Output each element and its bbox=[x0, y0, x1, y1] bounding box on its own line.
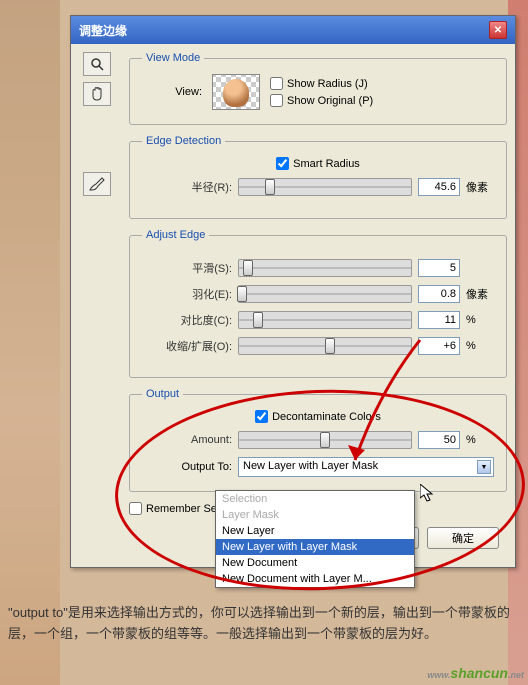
refine-edge-dialog: 调整边缘 ✕ View Mode View: Show Radius (J) bbox=[70, 15, 516, 568]
watermark: www.shancun.net bbox=[427, 665, 524, 681]
smart-radius-checkbox[interactable]: Smart Radius bbox=[276, 157, 360, 170]
smooth-slider[interactable] bbox=[238, 259, 412, 277]
hand-tool-icon[interactable] bbox=[83, 82, 111, 106]
contrast-label: 对比度(C): bbox=[142, 312, 232, 328]
dropdown-option-newlayer-mask[interactable]: New Layer with Layer Mask bbox=[216, 539, 414, 555]
decontaminate-checkbox[interactable]: Decontaminate Colors bbox=[255, 410, 381, 423]
dropdown-option-newlayer[interactable]: New Layer bbox=[216, 523, 414, 539]
dialog-title: 调整边缘 bbox=[79, 22, 127, 39]
dropdown-option-newdoc-mask[interactable]: New Document with Layer M... bbox=[216, 571, 414, 587]
amount-slider[interactable] bbox=[238, 431, 412, 449]
smooth-label: 平滑(S): bbox=[142, 260, 232, 276]
output-to-dropdown-list: Selection Layer Mask New Layer New Layer… bbox=[215, 490, 415, 588]
contrast-unit: % bbox=[466, 314, 494, 326]
feather-unit: 像素 bbox=[466, 286, 494, 302]
output-to-label: Output To: bbox=[142, 461, 232, 473]
shift-label: 收缩/扩展(O): bbox=[142, 338, 232, 354]
zoom-tool-icon[interactable] bbox=[83, 52, 111, 76]
output-group: Output Decontaminate Colors Amount: % Ou… bbox=[129, 388, 507, 492]
ok-button[interactable]: 确定 bbox=[427, 527, 499, 549]
show-original-checkbox[interactable]: Show Original (P) bbox=[270, 94, 373, 107]
contrast-input[interactable] bbox=[418, 311, 460, 329]
radius-slider[interactable] bbox=[238, 178, 412, 196]
viewmode-legend: View Mode bbox=[142, 52, 204, 64]
feather-input[interactable] bbox=[418, 285, 460, 303]
radius-input[interactable] bbox=[418, 178, 460, 196]
shift-slider[interactable] bbox=[238, 337, 412, 355]
background-left bbox=[0, 0, 60, 685]
edge-legend: Edge Detection bbox=[142, 135, 225, 147]
smooth-input[interactable] bbox=[418, 259, 460, 277]
view-label: View: bbox=[142, 86, 202, 98]
contrast-slider[interactable] bbox=[238, 311, 412, 329]
radius-label: 半径(R): bbox=[142, 179, 232, 195]
radius-unit: 像素 bbox=[466, 179, 494, 195]
adjust-edge-group: Adjust Edge 平滑(S): 羽化(E): 像素 对比度(C): % 收 bbox=[129, 229, 507, 378]
shift-unit: % bbox=[466, 340, 494, 352]
chevron-down-icon[interactable]: ▼ bbox=[477, 460, 491, 474]
feather-label: 羽化(E): bbox=[142, 286, 232, 302]
dropdown-option-layermask: Layer Mask bbox=[216, 507, 414, 523]
feather-slider[interactable] bbox=[238, 285, 412, 303]
view-thumbnail[interactable] bbox=[212, 74, 260, 110]
amount-input[interactable] bbox=[418, 431, 460, 449]
caption-text: "output to"是用来选择输出方式的，你可以选择输出到一个新的层，输出到一… bbox=[8, 603, 520, 645]
output-legend: Output bbox=[142, 388, 183, 400]
amount-unit: % bbox=[466, 434, 494, 446]
close-icon[interactable]: ✕ bbox=[489, 21, 507, 39]
amount-label: Amount: bbox=[142, 434, 232, 446]
edge-detection-group: Edge Detection Smart Radius 半径(R): 像素 bbox=[129, 135, 507, 219]
output-to-selected: New Layer with Layer Mask bbox=[243, 460, 378, 472]
viewmode-group: View Mode View: Show Radius (J) Show Ori… bbox=[129, 52, 507, 125]
adjust-legend: Adjust Edge bbox=[142, 229, 209, 241]
titlebar[interactable]: 调整边缘 ✕ bbox=[71, 16, 515, 44]
output-to-dropdown[interactable]: New Layer with Layer Mask ▼ bbox=[238, 457, 494, 477]
dropdown-option-selection: Selection bbox=[216, 491, 414, 507]
shift-input[interactable] bbox=[418, 337, 460, 355]
brush-tool-icon[interactable] bbox=[83, 172, 111, 196]
show-radius-checkbox[interactable]: Show Radius (J) bbox=[270, 77, 373, 90]
dropdown-option-newdoc[interactable]: New Document bbox=[216, 555, 414, 571]
